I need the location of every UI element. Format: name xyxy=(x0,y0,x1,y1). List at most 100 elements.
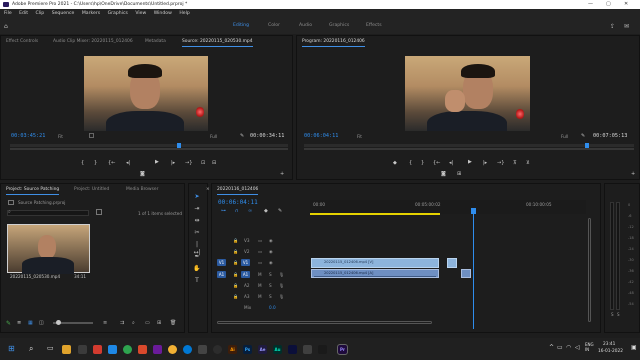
tab-sequence[interactable]: 20220116_012406 xyxy=(217,187,259,195)
share-icon[interactable]: ⇪ xyxy=(610,23,615,30)
hand-tool-icon[interactable]: ✋ xyxy=(193,265,201,273)
insert-icon[interactable]: ⊡ xyxy=(201,160,205,166)
lock-icon[interactable]: 🔒 xyxy=(233,294,238,300)
timeline-current-time[interactable]: 00:06:04:11 xyxy=(218,199,258,206)
step-back-icon[interactable]: ◂| xyxy=(126,160,130,166)
mix-volume[interactable]: 0.0 xyxy=(269,305,276,310)
chrome-icon[interactable] xyxy=(168,345,177,354)
selection-tool-icon[interactable]: ➤ xyxy=(193,193,201,201)
go-to-out-icon[interactable]: →} xyxy=(185,160,192,166)
program-quality-select[interactable]: Full xyxy=(561,134,568,139)
solo-icon[interactable]: S xyxy=(269,272,272,277)
clip-a1-main[interactable]: 20220115_012406.mp4 [A] xyxy=(311,269,439,278)
audition-icon[interactable]: Au xyxy=(273,345,282,354)
workspace-editing[interactable]: Editing xyxy=(233,23,249,28)
premiere-pro-icon[interactable]: Pr xyxy=(337,344,348,355)
workspace-color[interactable]: Color xyxy=(268,23,280,28)
new-item-icon[interactable]: ⊞ xyxy=(157,320,161,326)
minimize-button[interactable]: — xyxy=(588,0,593,9)
source-zoom-select[interactable]: Fit xyxy=(58,134,63,139)
close-button[interactable]: ✕ xyxy=(624,0,628,9)
file-explorer-icon[interactable] xyxy=(62,345,71,354)
add-marker-icon[interactable]: ◆ xyxy=(393,160,397,166)
lift-icon[interactable]: ⊼ xyxy=(513,160,517,166)
lock-icon[interactable]: 🔒 xyxy=(233,272,238,278)
freeform-view-icon[interactable]: ◫ xyxy=(39,320,44,326)
edge-icon[interactable] xyxy=(183,345,192,354)
menu-edit[interactable]: Edit xyxy=(19,11,28,16)
source-zoom-bar[interactable] xyxy=(10,148,288,150)
lock-icon[interactable]: 🔒 xyxy=(233,283,238,289)
eye-icon[interactable]: ◉ xyxy=(269,249,273,254)
battery-icon[interactable]: ▭ xyxy=(557,344,563,351)
pen-tool-icon[interactable]: ✒ xyxy=(193,253,201,261)
windows-start-icon[interactable]: ⊞ xyxy=(8,344,15,353)
photoshop-icon[interactable]: Ps xyxy=(243,345,252,354)
illustrator-icon[interactable]: Ai xyxy=(228,345,237,354)
sort-icon[interactable]: ≡ xyxy=(103,320,107,326)
notification-icon[interactable]: ▣ xyxy=(631,344,637,351)
go-to-in-icon[interactable]: {← xyxy=(108,160,115,166)
tab-audio-clip-mixer[interactable]: Audio Clip Mixer: 20220115_012406 xyxy=(53,39,133,44)
wrench-icon[interactable]: ✎ xyxy=(581,133,585,139)
mark-in-icon[interactable]: { xyxy=(409,160,412,166)
pencil-icon[interactable]: ✎ xyxy=(6,320,11,327)
mail-icon[interactable] xyxy=(108,345,117,354)
close-tab-icon[interactable]: × xyxy=(206,187,210,192)
automate-icon[interactable]: ⇉ xyxy=(120,320,124,326)
clock-time[interactable]: 23:41 xyxy=(603,342,615,347)
play-button[interactable]: ▶ xyxy=(155,159,159,165)
menu-window[interactable]: Window xyxy=(154,11,172,16)
track-v1-target[interactable]: V1 xyxy=(241,259,250,266)
work-area-bar[interactable] xyxy=(310,213,440,215)
maximize-button[interactable]: ▢ xyxy=(606,0,611,9)
mute-icon[interactable]: M xyxy=(258,283,262,288)
tab-metadata[interactable]: Metadata xyxy=(145,39,166,44)
clip-name[interactable]: 20220115_020530.mp4 xyxy=(10,274,60,279)
solo-right[interactable]: S xyxy=(617,312,620,317)
timeline-horizontal-scrollbar[interactable] xyxy=(217,321,432,324)
program-zoom-select[interactable]: Fit xyxy=(357,134,362,139)
mic-icon[interactable]: 🎙 xyxy=(279,272,284,278)
workspace-graphics[interactable]: Graphics xyxy=(329,23,349,28)
sync-lock-icon[interactable]: ▭ xyxy=(258,238,262,243)
add-marker-icon[interactable]: ◆ xyxy=(264,208,268,214)
menu-file[interactable]: File xyxy=(4,11,12,16)
camera-icon[interactable]: ◙ xyxy=(140,171,145,177)
settings-icon[interactable] xyxy=(89,133,94,138)
tab-media-browser[interactable]: Media Browser xyxy=(126,187,158,192)
mark-in-icon[interactable]: { xyxy=(81,160,84,166)
linked-selection-icon[interactable]: ∞ xyxy=(248,208,252,214)
task-view-icon[interactable]: ▭ xyxy=(47,344,54,352)
zoom-slider-handle[interactable] xyxy=(56,320,61,325)
ripple-edit-icon[interactable]: ⇹ xyxy=(193,217,201,225)
mute-icon[interactable]: M xyxy=(258,294,262,299)
menu-help[interactable]: Help xyxy=(179,11,189,16)
xbox-icon[interactable] xyxy=(123,345,132,354)
source-quality-select[interactable]: Full xyxy=(210,134,217,139)
go-to-out-icon[interactable]: →} xyxy=(497,160,504,166)
app-icon[interactable] xyxy=(288,345,297,354)
add-button[interactable]: + xyxy=(631,171,635,177)
overwrite-icon[interactable]: ⊟ xyxy=(212,160,216,166)
settings-icon[interactable] xyxy=(213,345,222,354)
type-tool-icon[interactable]: T xyxy=(193,277,201,285)
tab-effect-controls[interactable]: Effect Controls xyxy=(6,39,38,44)
search-input[interactable] xyxy=(7,210,89,216)
mark-out-icon[interactable]: } xyxy=(421,160,424,166)
after-effects-icon[interactable]: Ae xyxy=(258,345,267,354)
sync-lock-icon[interactable]: ▭ xyxy=(258,249,262,254)
app-icon[interactable] xyxy=(318,345,327,354)
step-forward-icon[interactable]: |▸ xyxy=(483,160,487,166)
tab-project-untitled[interactable]: Project: Untitled xyxy=(74,187,109,192)
tab-project-source-patching[interactable]: Project: Source Patching xyxy=(6,187,60,195)
chevron-up-icon[interactable]: ^ xyxy=(549,344,554,351)
workspace-effects[interactable]: Effects xyxy=(366,23,382,28)
trash-icon[interactable]: 🗑 xyxy=(170,320,176,326)
track-select-icon[interactable]: ⇥ xyxy=(193,205,201,213)
store-icon[interactable] xyxy=(78,345,87,354)
mark-out-icon[interactable]: } xyxy=(94,160,97,166)
lock-icon[interactable]: 🔒 xyxy=(233,249,238,255)
new-bin-icon[interactable] xyxy=(96,209,102,215)
settings-icon[interactable]: ✎ xyxy=(278,208,282,214)
